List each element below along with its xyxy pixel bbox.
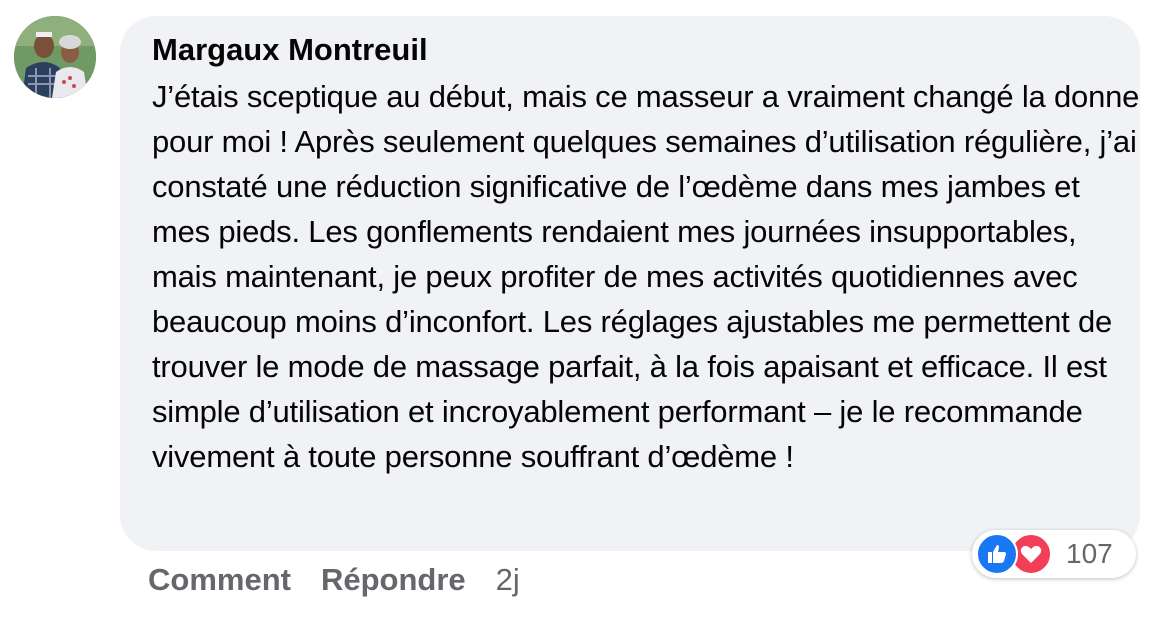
avatar-photo <box>14 16 96 98</box>
like-icon <box>976 533 1018 575</box>
comment-author[interactable]: Margaux Montreuil <box>152 30 1128 70</box>
reaction-count: 107 <box>1066 538 1113 569</box>
comment-button[interactable]: Comment <box>148 562 291 598</box>
reply-button[interactable]: Répondre <box>321 562 466 598</box>
avatar[interactable] <box>14 16 96 98</box>
comment-text: J’étais sceptique au début, mais ce mass… <box>152 79 1140 474</box>
comment-actions: Comment Répondre 2j <box>148 562 520 598</box>
comment-timestamp[interactable]: 2j <box>496 562 520 598</box>
reactions-summary[interactable]: 107 <box>972 530 1136 578</box>
comment-bubble: Margaux Montreuil J’étais sceptique au d… <box>120 16 1140 551</box>
